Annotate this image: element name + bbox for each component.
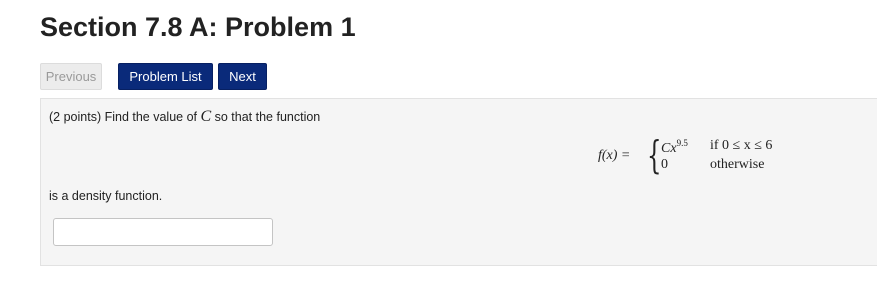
next-button[interactable]: Next <box>218 63 267 90</box>
density-text: is a density function. <box>49 189 163 203</box>
problem-panel: (2 points) Find the value of C so that t… <box>40 98 877 266</box>
problem-list-button[interactable]: Problem List <box>118 63 213 90</box>
formula-row1-condition: if 0 ≤ x ≤ 6 <box>710 138 773 153</box>
formula-row1-value: Cx9.5 <box>661 138 688 156</box>
formula-row2-value: 0 <box>661 157 668 172</box>
previous-button[interactable]: Previous <box>40 63 102 90</box>
problem-nav: Previous Problem List Next <box>40 63 267 90</box>
problem-prompt: (2 points) Find the value of C so that t… <box>49 108 321 125</box>
formula-row2-condition: otherwise <box>710 157 765 172</box>
variable-c: C <box>200 108 212 125</box>
piecewise-formula: f(x) = { Cx9.5 if 0 ≤ x ≤ 6 0 otherwise <box>598 133 808 177</box>
left-brace: { <box>647 133 662 177</box>
answer-input[interactable] <box>53 218 273 246</box>
page-title: Section 7.8 A: Problem 1 <box>40 12 356 42</box>
formula-lhs: f(x) = <box>598 148 631 163</box>
